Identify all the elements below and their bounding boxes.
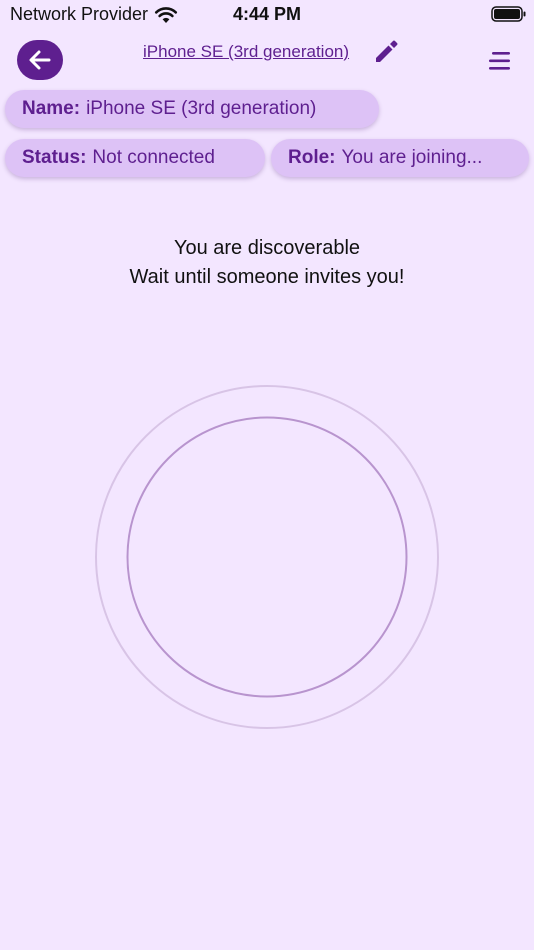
menu-icon[interactable]	[488, 50, 512, 72]
pencil-icon[interactable]	[372, 38, 400, 66]
status-chip-value: Not connected	[92, 147, 215, 168]
radar-inner-ring	[126, 416, 408, 698]
role-chip[interactable]: Role: You are joining...	[271, 139, 529, 177]
wifi-icon	[154, 7, 178, 23]
page-title[interactable]: iPhone SE (3rd generation)	[143, 42, 349, 62]
radar-outer-ring	[95, 385, 439, 729]
status-chip-key: Status:	[22, 147, 87, 168]
name-chip-key: Name:	[22, 98, 81, 119]
message-line-2: Wait until someone invites you!	[129, 266, 405, 288]
clock-label: 4:44 PM	[233, 4, 302, 24]
battery-icon	[491, 6, 526, 22]
arrow-left-icon	[29, 50, 51, 70]
status-chip[interactable]: Status: Not connected	[5, 139, 265, 177]
status-bar: Network Provider 4:44 PM	[0, 0, 534, 30]
back-button[interactable]	[17, 40, 63, 80]
role-chip-key: Role:	[288, 147, 336, 168]
discovery-radar	[95, 385, 439, 729]
discoverable-message: You are discoverable Wait until someone …	[0, 234, 534, 292]
message-line-1: You are discoverable	[173, 237, 361, 259]
name-chip[interactable]: Name: iPhone SE (3rd generation)	[5, 90, 379, 128]
name-chip-value: iPhone SE (3rd generation)	[86, 98, 317, 119]
role-chip-value: You are joining...	[341, 147, 483, 168]
carrier-label: Network Provider	[10, 4, 149, 24]
